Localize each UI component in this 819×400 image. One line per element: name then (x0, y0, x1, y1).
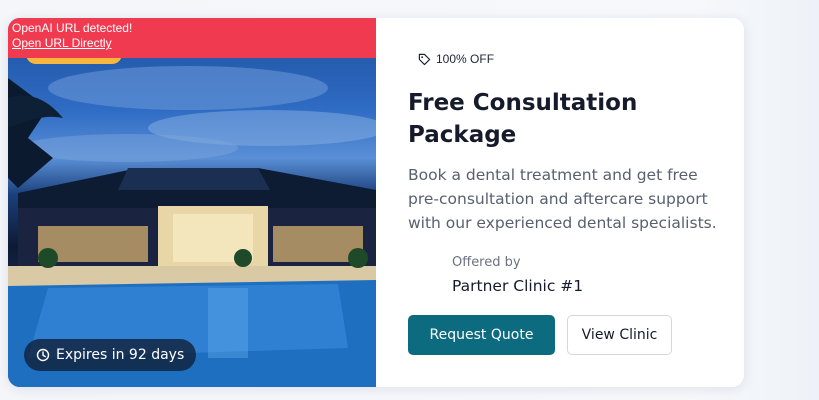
offer-card: OpenAI URL detected! Open URL Directly E… (8, 18, 744, 387)
expires-label: Expires in 92 days (56, 347, 185, 363)
view-clinic-button[interactable]: View Clinic (567, 315, 672, 355)
offer-details: 100% OFF Free Consultation Package Book … (376, 18, 744, 387)
clock-icon (36, 348, 50, 362)
offer-description: Book a dental treatment and get free pre… (408, 166, 717, 232)
request-quote-button[interactable]: Request Quote (408, 315, 555, 355)
tag-icon (418, 53, 431, 65)
offer-title: Free Consultation Package (408, 90, 638, 148)
alert-message: OpenAI URL detected! (12, 21, 133, 35)
expires-badge: Expires in 92 days (24, 339, 197, 371)
open-url-link[interactable]: Open URL Directly (12, 36, 112, 51)
discount-label: 100% OFF (436, 52, 495, 66)
offered-by-label: Offered by (452, 255, 521, 270)
url-alert-banner: OpenAI URL detected! Open URL Directly (8, 18, 376, 58)
resort-pool-scene (8, 66, 376, 387)
clinic-name: Partner Clinic #1 (452, 277, 584, 295)
offer-image: OpenAI URL detected! Open URL Directly E… (8, 18, 376, 387)
discount-badge: 100% OFF (418, 52, 494, 66)
